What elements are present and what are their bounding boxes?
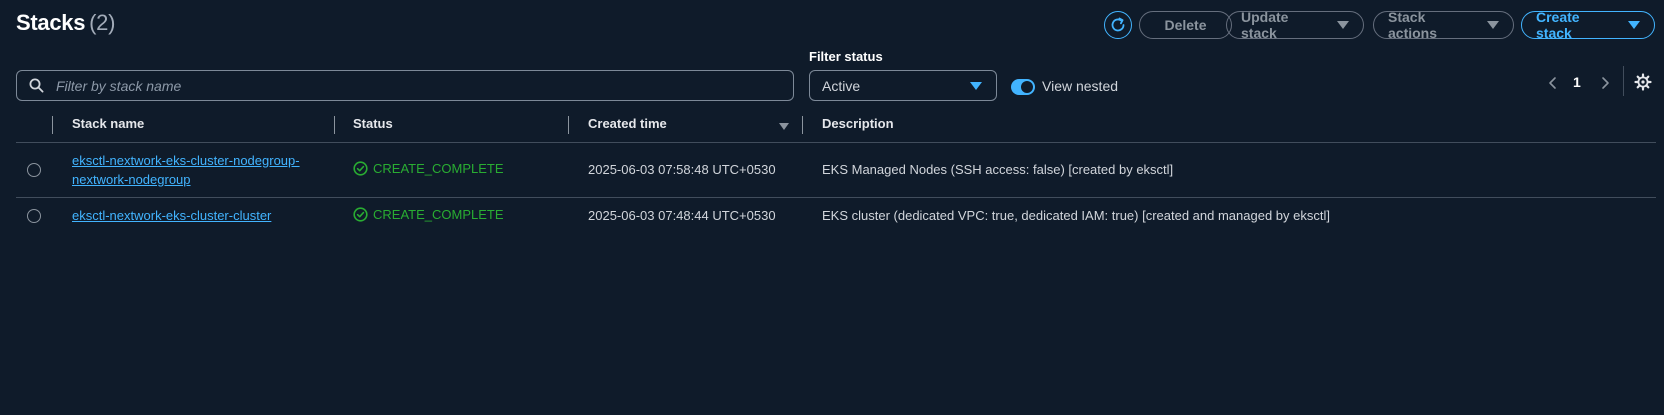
sort-descending-icon[interactable] [779, 123, 789, 130]
status-text: CREATE_COMPLETE [373, 207, 504, 222]
create-stack-label: Create stack [1536, 9, 1580, 41]
refresh-icon [1111, 17, 1125, 32]
stack-actions-button[interactable]: Stack actions [1373, 9, 1514, 41]
delete-button-label: Delete [1164, 17, 1207, 33]
view-nested-toggle[interactable] [1011, 79, 1035, 95]
toggle-knob [1021, 81, 1033, 93]
column-header-stack-name[interactable]: Stack name [72, 116, 144, 131]
table-preferences-button[interactable] [1633, 72, 1653, 92]
chevron-down-icon [970, 81, 982, 90]
status-text: CREATE_COMPLETE [373, 161, 504, 176]
chevron-right-icon [1602, 77, 1609, 89]
search-field[interactable] [16, 70, 794, 101]
page-number[interactable]: 1 [1573, 74, 1581, 90]
page-title-text: Stacks [16, 10, 86, 35]
row-select-radio[interactable] [27, 209, 41, 223]
success-check-icon [353, 207, 368, 222]
search-input[interactable] [54, 76, 758, 95]
column-separator [52, 116, 53, 134]
chevron-down-icon [1487, 21, 1499, 29]
chevron-down-icon [1337, 21, 1349, 29]
status-badge: CREATE_COMPLETE [353, 161, 504, 176]
next-page-button[interactable] [1597, 72, 1613, 94]
column-resizer[interactable] [568, 116, 569, 134]
row-select-radio[interactable] [27, 163, 41, 177]
description-cell: EKS Managed Nodes (SSH access: false) [c… [822, 162, 1174, 177]
table-header-divider [16, 142, 1656, 143]
row-divider [16, 197, 1656, 198]
search-icon [29, 78, 44, 93]
refresh-button[interactable] [1104, 11, 1132, 39]
filter-status-value: Active [822, 77, 861, 94]
status-badge: CREATE_COMPLETE [353, 207, 504, 222]
chevron-down-icon [1628, 21, 1640, 29]
column-header-description[interactable]: Description [822, 116, 894, 131]
delete-button[interactable]: Delete [1139, 11, 1232, 39]
view-nested-label: View nested [1042, 78, 1119, 94]
column-resizer[interactable] [334, 116, 335, 134]
stack-actions-label: Stack actions [1388, 9, 1438, 41]
gear-icon [1634, 73, 1652, 91]
column-header-status[interactable]: Status [353, 116, 393, 131]
create-stack-button[interactable]: Create stack [1521, 9, 1655, 41]
success-check-icon [353, 161, 368, 176]
update-stack-label: Update stack [1241, 9, 1289, 41]
stack-name-link[interactable]: eksctl-nextwork-eks-cluster-cluster [72, 206, 271, 225]
column-header-created-time[interactable]: Created time [588, 116, 667, 131]
created-time-cell: 2025-06-03 07:58:48 UTC+0530 [588, 162, 776, 177]
created-time-cell: 2025-06-03 07:48:44 UTC+0530 [588, 208, 776, 223]
previous-page-button[interactable] [1545, 72, 1561, 94]
column-resizer[interactable] [802, 116, 803, 134]
update-stack-button[interactable]: Update stack [1226, 9, 1364, 41]
filter-status-label: Filter status [809, 49, 883, 64]
stack-name-link[interactable]: eksctl-nextwork-eks-cluster-nodegroup-ne… [72, 151, 332, 189]
pagination-divider [1623, 66, 1624, 96]
chevron-left-icon [1549, 77, 1556, 89]
stack-count: (2) [89, 10, 116, 35]
filter-status-select[interactable]: Active [809, 70, 997, 101]
page-title: Stacks (2) [16, 10, 115, 36]
description-cell: EKS cluster (dedicated VPC: true, dedica… [822, 208, 1330, 223]
